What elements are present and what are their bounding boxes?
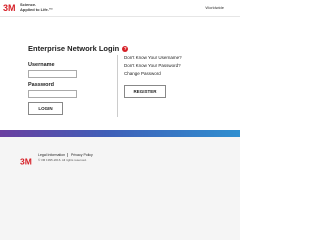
login-title-row: Enterprise Network Login ? [28, 44, 129, 53]
change-password-link[interactable]: Change Password [124, 71, 161, 76]
password-label: Password [28, 82, 54, 88]
help-icon[interactable]: ? [122, 45, 129, 52]
register-button[interactable]: REGISTER [124, 85, 166, 98]
brand-gradient-bar [0, 130, 240, 137]
privacy-policy-link[interactable]: Privacy Policy [71, 153, 93, 157]
3m-logo[interactable]: 3M [3, 3, 18, 12]
forgot-password-link[interactable]: Don't Know Your Password? [124, 63, 181, 68]
footer-separator [67, 153, 68, 157]
username-input[interactable] [28, 70, 77, 78]
worldwide-link[interactable]: Worldwide [205, 5, 224, 10]
tagline-line-2: Applied to Life.™ [20, 7, 53, 12]
brand-tagline: Science. Applied to Life.™ [20, 2, 60, 12]
copyright-text: © 3M 1995-2016. All rights reserved. [38, 158, 87, 162]
site-footer [0, 137, 240, 240]
forgot-username-link[interactable]: Don't Know Your Username? [124, 55, 182, 60]
svg-text:3M: 3M [20, 157, 32, 165]
legal-information-link[interactable]: Legal Information [38, 153, 65, 157]
username-label: Username [28, 62, 55, 68]
site-header: 3M Science. Applied to Life.™ Worldwide [0, 0, 240, 16]
svg-text:3M: 3M [3, 3, 16, 12]
form-divider [117, 55, 118, 117]
login-button[interactable]: LOGIN [28, 102, 63, 115]
footer-3m-logo[interactable]: 3M [20, 152, 34, 167]
password-input[interactable] [28, 90, 77, 98]
header-divider [0, 16, 240, 17]
page-title: Enterprise Network Login [28, 44, 120, 53]
